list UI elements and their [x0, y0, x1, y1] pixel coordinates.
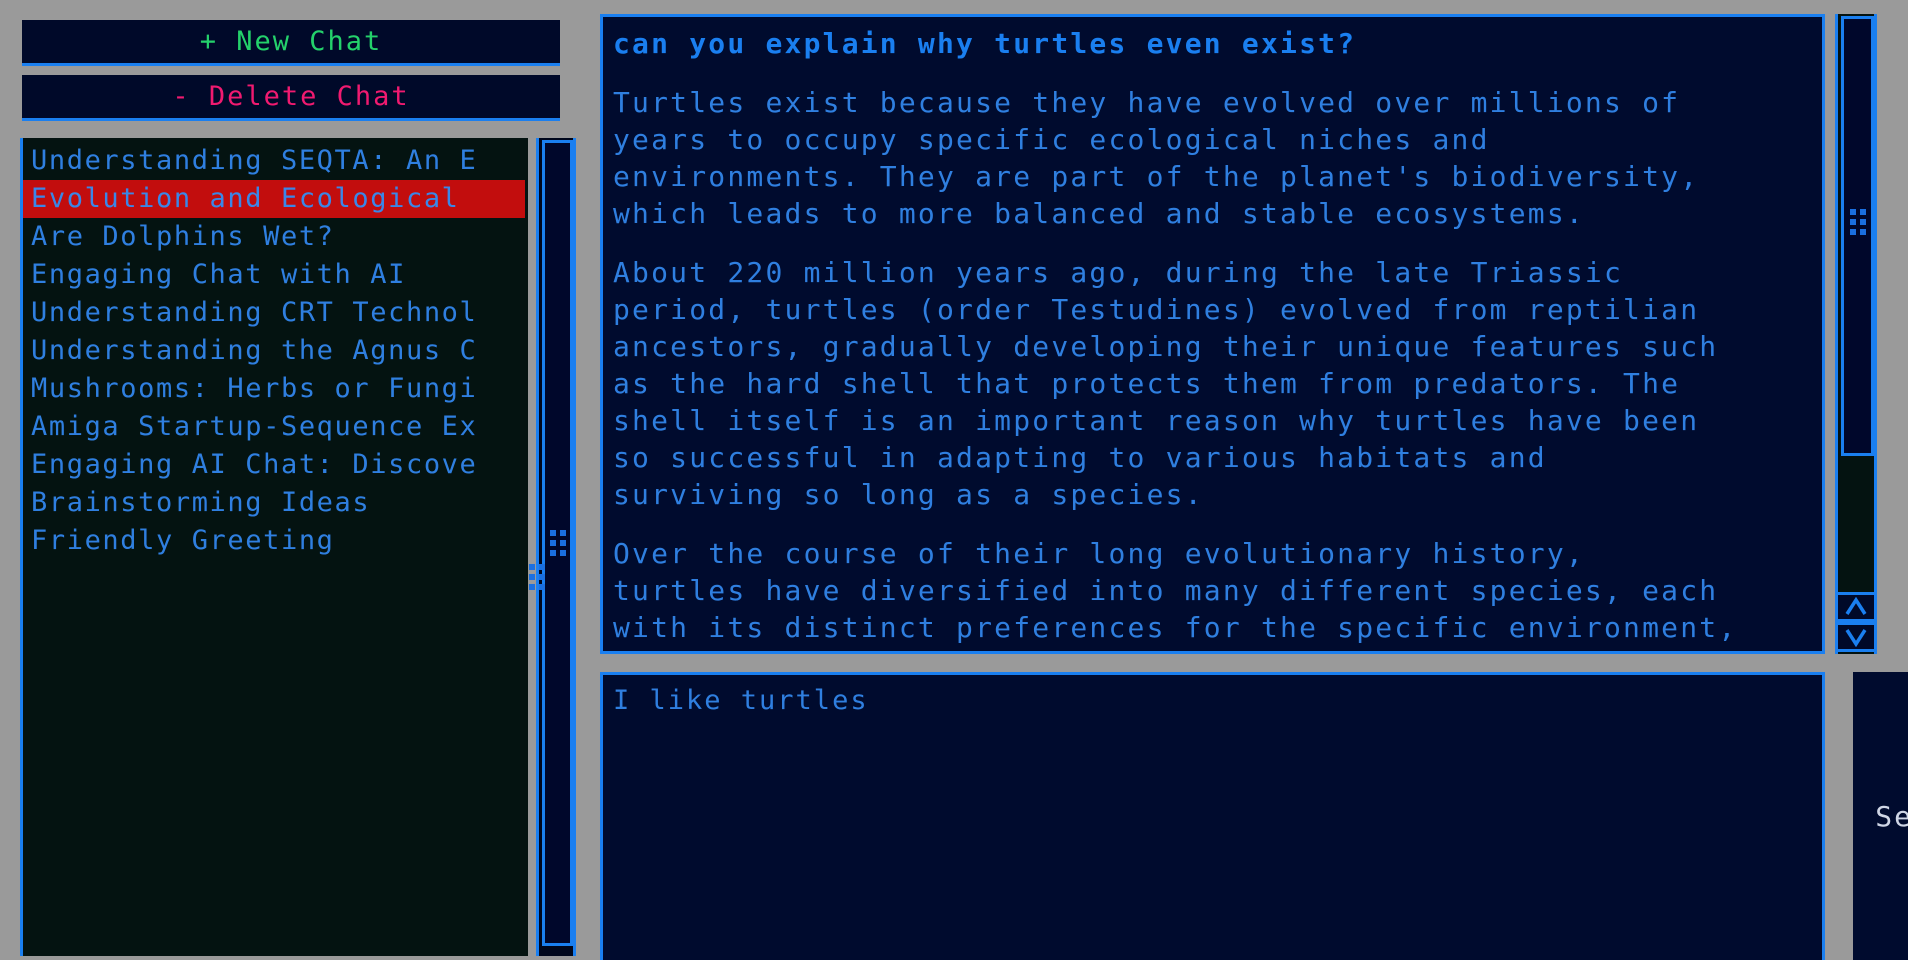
app-window: + New Chat - Delete Chat Understanding S… [0, 0, 1908, 960]
chat-list-item[interactable]: Friendly Greeting [23, 522, 528, 560]
chat-list-container: Understanding SEQTA: An E Evolution and E… [20, 138, 576, 956]
send-button[interactable]: Send [1853, 672, 1908, 960]
grip-dots-icon [549, 530, 566, 556]
message-input[interactable]: I like turtles [600, 672, 1825, 960]
grip-dots-icon [1849, 209, 1866, 235]
panel-resize-handle[interactable] [524, 552, 550, 602]
chat-list-item[interactable]: Are Dolphins Wet? [23, 218, 528, 256]
chat-list-item[interactable]: Amiga Startup-Sequence Ex [23, 408, 528, 446]
chat-list-item[interactable]: Engaging Chat with AI [23, 256, 528, 294]
scroll-up-button[interactable] [1835, 592, 1877, 622]
chat-list-item[interactable]: Understanding SEQTA: An E [23, 142, 528, 180]
chat-transcript: can you explain why turtles even exist? T… [600, 14, 1825, 654]
chevron-down-icon [1845, 629, 1867, 647]
chat-list-item[interactable]: Understanding CRT Technol [23, 294, 528, 332]
assistant-message: Turtles exist because they have evolved … [613, 86, 1700, 230]
assistant-message: About 220 million years ago, during the … [613, 256, 1719, 511]
message-input-value: I like turtles [613, 685, 869, 716]
chat-list-item[interactable]: Engaging AI Chat: Discove [23, 446, 528, 484]
sidebar: + New Chat - Delete Chat Understanding S… [0, 0, 580, 960]
chat-list-item[interactable]: Evolution and Ecological [23, 180, 525, 218]
transcript-scrollbar-thumb[interactable] [1841, 16, 1874, 456]
transcript-scrollbar[interactable] [1835, 14, 1877, 654]
chat-list[interactable]: Understanding SEQTA: An E Evolution and E… [20, 138, 528, 956]
chat-list-item[interactable]: Brainstorming Ideas [23, 484, 528, 522]
grip-dots-icon [529, 564, 545, 590]
chat-list-item[interactable]: Understanding the Agnus C [23, 332, 528, 370]
scroll-down-button[interactable] [1835, 622, 1877, 652]
sidebar-scrollbar[interactable] [536, 138, 576, 956]
assistant-message: Over the course of their long evolutiona… [613, 537, 1738, 651]
chevron-up-icon [1845, 597, 1867, 615]
main-chat-area: can you explain why turtles even exist? T… [600, 0, 1908, 960]
user-message: can you explain why turtles even exist? [613, 27, 1357, 60]
delete-chat-button[interactable]: - Delete Chat [22, 75, 560, 121]
chat-list-item[interactable]: Mushrooms: Herbs or Fungi [23, 370, 528, 408]
new-chat-button[interactable]: + New Chat [22, 20, 560, 66]
sidebar-scrollbar-thumb[interactable] [542, 140, 573, 946]
